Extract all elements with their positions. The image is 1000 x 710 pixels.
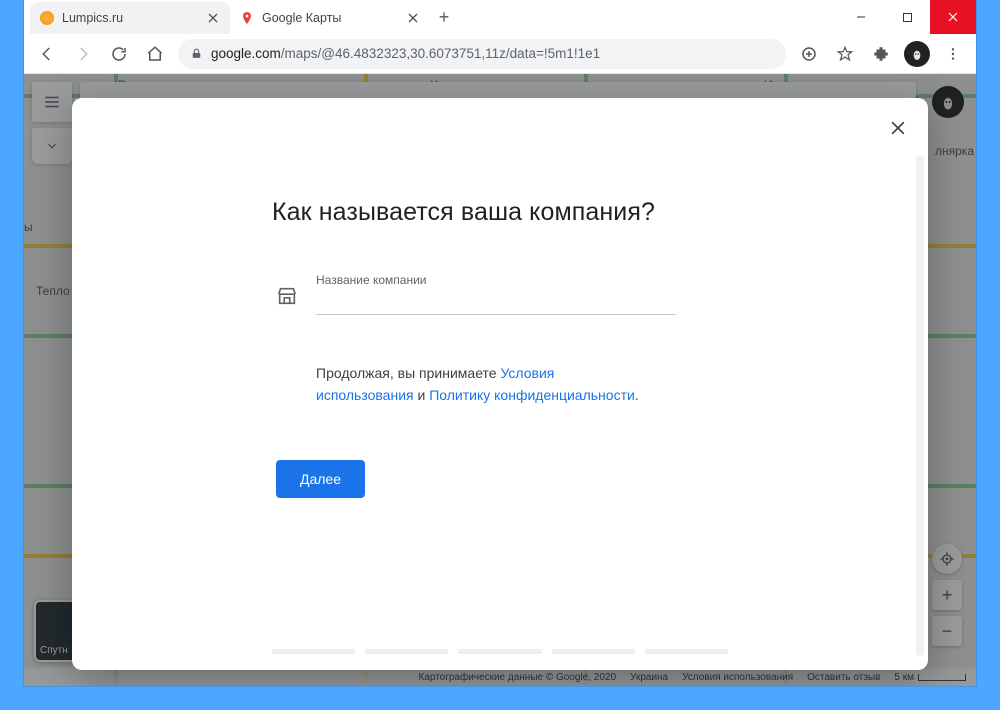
reload-button[interactable] bbox=[106, 41, 132, 67]
zoom-indicator-icon[interactable] bbox=[796, 41, 822, 67]
menu-button[interactable] bbox=[940, 41, 966, 67]
extensions-button[interactable] bbox=[868, 41, 894, 67]
storefront-icon bbox=[276, 285, 298, 307]
new-tab-button[interactable]: + bbox=[430, 3, 458, 31]
window-controls bbox=[838, 0, 976, 34]
close-tab-icon[interactable] bbox=[206, 11, 220, 25]
next-button[interactable]: Далее bbox=[276, 460, 365, 498]
url-text: google.com/maps/@46.4832323,30.6073751,1… bbox=[211, 46, 600, 61]
tab-strip: Lumpics.ru Google Карты + bbox=[24, 0, 838, 34]
company-name-input[interactable] bbox=[316, 291, 676, 315]
progress-steps bbox=[272, 649, 728, 654]
favicon-google-maps bbox=[240, 11, 254, 25]
progress-step bbox=[272, 649, 355, 654]
tab-google-maps[interactable]: Google Карты bbox=[230, 2, 430, 34]
address-bar[interactable]: google.com/maps/@46.4832323,30.6073751,1… bbox=[178, 39, 786, 69]
forward-button[interactable] bbox=[70, 41, 96, 67]
maximize-button[interactable] bbox=[884, 0, 930, 34]
progress-step bbox=[552, 649, 635, 654]
progress-step bbox=[458, 649, 541, 654]
lock-icon bbox=[190, 47, 203, 60]
company-name-field: Название компании bbox=[276, 273, 748, 315]
progress-step bbox=[645, 649, 728, 654]
toolbar: google.com/maps/@46.4832323,30.6073751,1… bbox=[24, 34, 976, 74]
titlebar: Lumpics.ru Google Карты + bbox=[24, 0, 976, 34]
business-name-dialog: Как называется ваша компания? Название к… bbox=[72, 98, 928, 670]
back-button[interactable] bbox=[34, 41, 60, 67]
favicon-lumpics bbox=[40, 11, 54, 25]
window-close-button[interactable] bbox=[930, 0, 976, 34]
browser-window: Lumpics.ru Google Карты + bbox=[24, 0, 976, 686]
home-button[interactable] bbox=[142, 41, 168, 67]
page-viewport: Выгода Холодна Протопоповка Иличанка Але… bbox=[24, 74, 976, 686]
dialog-heading: Как называется ваша компания? bbox=[272, 198, 748, 227]
bookmark-button[interactable] bbox=[832, 41, 858, 67]
progress-step bbox=[365, 649, 448, 654]
privacy-policy-link[interactable]: Политику конфиденциальности bbox=[429, 387, 635, 403]
field-label: Название компании bbox=[316, 273, 676, 287]
minimize-button[interactable] bbox=[838, 0, 884, 34]
profile-avatar[interactable] bbox=[904, 41, 930, 67]
tab-title: Lumpics.ru bbox=[62, 11, 198, 25]
tab-lumpics[interactable]: Lumpics.ru bbox=[30, 2, 230, 34]
tab-title: Google Карты bbox=[262, 11, 398, 25]
close-tab-icon[interactable] bbox=[406, 11, 420, 25]
terms-text: Продолжая, вы принимаете Условия использ… bbox=[316, 363, 646, 406]
